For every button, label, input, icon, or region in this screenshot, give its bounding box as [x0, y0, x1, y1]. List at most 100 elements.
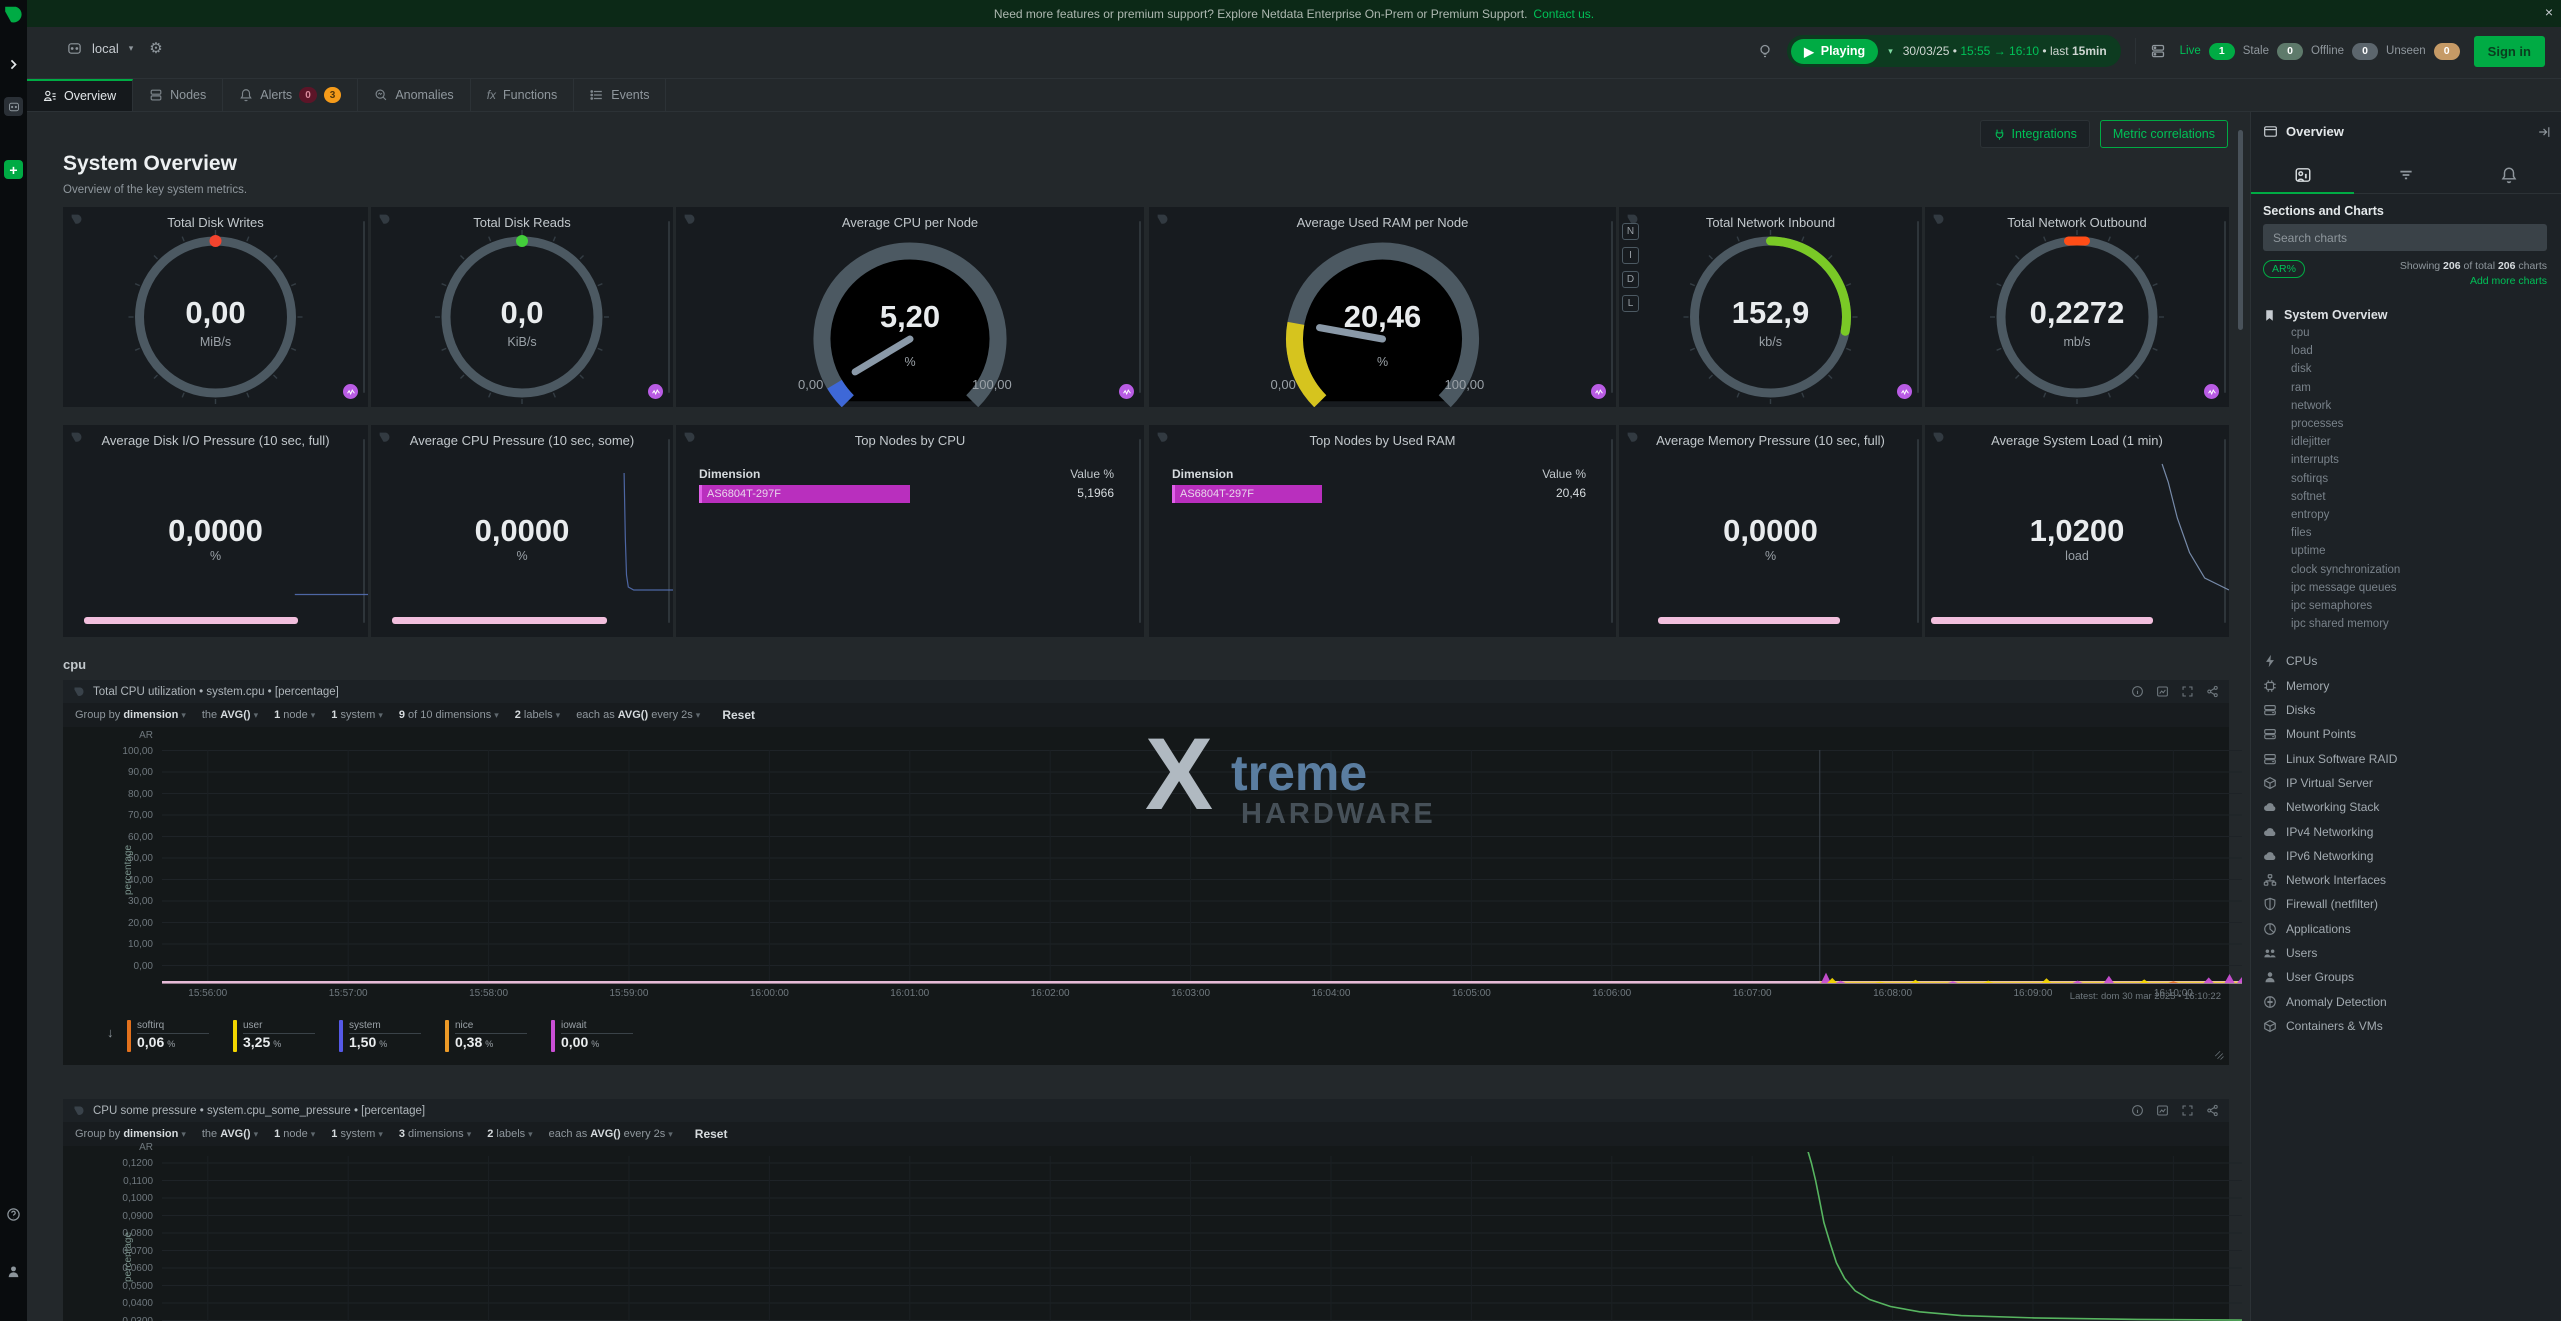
sidebar-section-mount-points[interactable]: Mount Points [2263, 727, 2356, 741]
info-icon[interactable] [2131, 1104, 2144, 1117]
sidebar-chart-item-cpu[interactable]: cpu [2291, 327, 2310, 339]
tab-anomalies[interactable]: Anomalies [358, 79, 470, 111]
sidebar-item-system-overview[interactable]: System Overview [2263, 308, 2388, 322]
sign-in-button[interactable]: Sign in [2474, 36, 2545, 67]
legend-item-iowait[interactable]: iowait0,00% [551, 1020, 643, 1052]
share-icon[interactable] [2206, 685, 2219, 698]
resize-icon[interactable] [2213, 1049, 2225, 1061]
chevron-down-icon[interactable]: ▾ [129, 43, 134, 54]
node-count-stale[interactable]: 0 [2277, 43, 2303, 60]
ar-percent-badge[interactable]: AR% [2263, 260, 2305, 278]
search-charts-input[interactable] [2263, 224, 2547, 251]
chart-toolbar-chip-6[interactable]: each as AVG() every 2s▾ [576, 709, 700, 721]
sidebar-chart-item-uptime[interactable]: uptime [2291, 545, 2326, 557]
playing-button[interactable]: ▶Playing [1791, 39, 1878, 64]
add-more-charts-link[interactable]: Add more charts [2470, 275, 2547, 287]
chart-toolbar-chip-4[interactable]: 3 dimensions▾ [399, 1128, 471, 1140]
banner-close-icon[interactable]: × [2545, 4, 2553, 20]
node-selector[interactable]: local [92, 41, 119, 56]
nidl-l-button[interactable]: L [1622, 295, 1639, 312]
space-icon[interactable] [4, 97, 23, 116]
legend-item-softirq[interactable]: softirq0,06% [127, 1020, 219, 1052]
chart-toolbar-chip-5[interactable]: 2 labels▾ [515, 709, 560, 721]
sidebar-chart-item-ipc-shared-memory[interactable]: ipc shared memory [2291, 618, 2389, 630]
date-range[interactable]: 30/03/25 • 15:55 → 16:10 • last 15min [1903, 44, 2107, 58]
sidebar-section-ipv6-networking[interactable]: IPv6 Networking [2263, 849, 2373, 863]
card-mini-scrollbar[interactable] [1611, 439, 1613, 623]
chart-toolbar-chip-4[interactable]: 9 of 10 dimensions▾ [399, 709, 499, 721]
tab-events[interactable]: Events [574, 79, 666, 111]
expand-rail-icon[interactable] [4, 55, 23, 74]
chart-toolbar-chip-3[interactable]: 1 system▾ [331, 1128, 383, 1140]
chart-toolbar-chip-5[interactable]: 2 labels▾ [487, 1128, 532, 1140]
nidl-d-button[interactable]: D [1622, 271, 1639, 288]
info-icon[interactable] [2131, 685, 2144, 698]
add-space-button[interactable]: + [4, 160, 23, 179]
main-scrollbar[interactable] [2238, 130, 2243, 330]
alerts-badge-1[interactable]: 3 [324, 87, 342, 103]
sidebar-chart-item-ipc-message-queues[interactable]: ipc message queues [2291, 582, 2396, 594]
tab-overview[interactable]: Overview [27, 79, 133, 111]
sidebar-tab-alerts[interactable] [2458, 156, 2561, 193]
integrations-button[interactable]: Integrations [1980, 120, 2090, 148]
sidebar-section-applications[interactable]: Applications [2263, 922, 2351, 936]
share-icon[interactable] [2206, 1104, 2219, 1117]
tab-alerts[interactable]: Alerts03 [223, 79, 358, 111]
sidebar-section-cpus[interactable]: CPUs [2263, 654, 2317, 668]
sidebar-chart-item-clock-synchronization[interactable]: clock synchronization [2291, 564, 2400, 576]
sidebar-tab-filters[interactable] [2354, 156, 2457, 193]
chart-toolbar-chip-6[interactable]: each as AVG() every 2s▾ [549, 1128, 673, 1140]
metric-correlations-button[interactable]: Metric correlations [2100, 120, 2228, 148]
sidebar-section-memory[interactable]: Memory [2263, 679, 2329, 693]
alerts-badge-0[interactable]: 0 [299, 87, 317, 103]
bulb-icon[interactable] [1757, 43, 1773, 59]
table-row-bar[interactable]: AS6804T-297F [699, 485, 910, 503]
tab-functions[interactable]: fxFunctions [471, 79, 575, 111]
legend-item-nice[interactable]: nice0,38% [445, 1020, 537, 1052]
sidebar-chart-item-files[interactable]: files [2291, 527, 2311, 539]
sidebar-section-containers-vms[interactable]: Containers & VMs [2263, 1019, 2383, 1033]
sidebar-chart-item-entropy[interactable]: entropy [2291, 509, 2329, 521]
sidebar-chart-item-disk[interactable]: disk [2291, 363, 2311, 375]
chart-toolbar-chip-3[interactable]: 1 system▾ [331, 709, 383, 721]
legend-sort-icon[interactable]: ↓ [107, 1025, 114, 1040]
netdata-logo[interactable] [4, 5, 23, 24]
chart-pin-icon[interactable] [2156, 1104, 2169, 1117]
help-icon[interactable] [4, 1205, 23, 1224]
sidebar-chart-item-processes[interactable]: processes [2291, 418, 2343, 430]
sidebar-section-users[interactable]: Users [2263, 946, 2317, 960]
sidebar-chart-item-softnet[interactable]: softnet [2291, 491, 2326, 503]
sidebar-chart-item-ram[interactable]: ram [2291, 382, 2311, 394]
sidebar-chart-item-softirqs[interactable]: softirqs [2291, 473, 2328, 485]
legend-item-system[interactable]: system1,50% [339, 1020, 431, 1052]
nidl-i-button[interactable]: I [1622, 247, 1639, 264]
chart-toolbar-chip-0[interactable]: Group by dimension▾ [75, 709, 186, 721]
settings-gear-icon[interactable]: ⚙ [149, 39, 162, 57]
sidebar-section-linux-software-raid[interactable]: Linux Software RAID [2263, 752, 2397, 766]
sidebar-chart-item-network[interactable]: network [2291, 400, 2331, 412]
fullscreen-icon[interactable] [2181, 685, 2194, 698]
node-count-unseen[interactable]: 0 [2434, 43, 2460, 60]
sidebar-chart-item-ipc-semaphores[interactable]: ipc semaphores [2291, 600, 2372, 612]
tab-nodes[interactable]: Nodes [133, 79, 223, 111]
legend-item-user[interactable]: user3,25% [233, 1020, 325, 1052]
chart-pin-icon[interactable] [2156, 685, 2169, 698]
sidebar-section-firewall-netfilter-[interactable]: Firewall (netfilter) [2263, 897, 2378, 911]
table-row-bar[interactable]: AS6804T-297F [1172, 485, 1322, 503]
sidebar-chart-item-load[interactable]: load [2291, 345, 2313, 357]
fullscreen-icon[interactable] [2181, 1104, 2194, 1117]
sidebar-chart-item-interrupts[interactable]: interrupts [2291, 454, 2339, 466]
playing-chevron-icon[interactable]: ▾ [1888, 46, 1893, 57]
profile-icon[interactable] [4, 1262, 23, 1281]
sidebar-section-anomaly-detection[interactable]: Anomaly Detection [2263, 995, 2387, 1009]
nidl-n-button[interactable]: N [1622, 223, 1639, 240]
sidebar-section-network-interfaces[interactable]: Network Interfaces [2263, 873, 2386, 887]
card-mini-scrollbar[interactable] [1139, 439, 1141, 623]
chart-toolbar-chip-2[interactable]: 1 node▾ [274, 709, 315, 721]
collapse-sidebar-icon[interactable] [2537, 125, 2551, 139]
sidebar-chart-item-idlejitter[interactable]: idlejitter [2291, 436, 2331, 448]
sidebar-section-ip-virtual-server[interactable]: IP Virtual Server [2263, 776, 2373, 790]
chart-toolbar-chip-2[interactable]: 1 node▾ [274, 1128, 315, 1140]
chart-toolbar-chip-1[interactable]: the AVG()▾ [202, 1128, 258, 1140]
sidebar-section-networking-stack[interactable]: Networking Stack [2263, 800, 2379, 814]
